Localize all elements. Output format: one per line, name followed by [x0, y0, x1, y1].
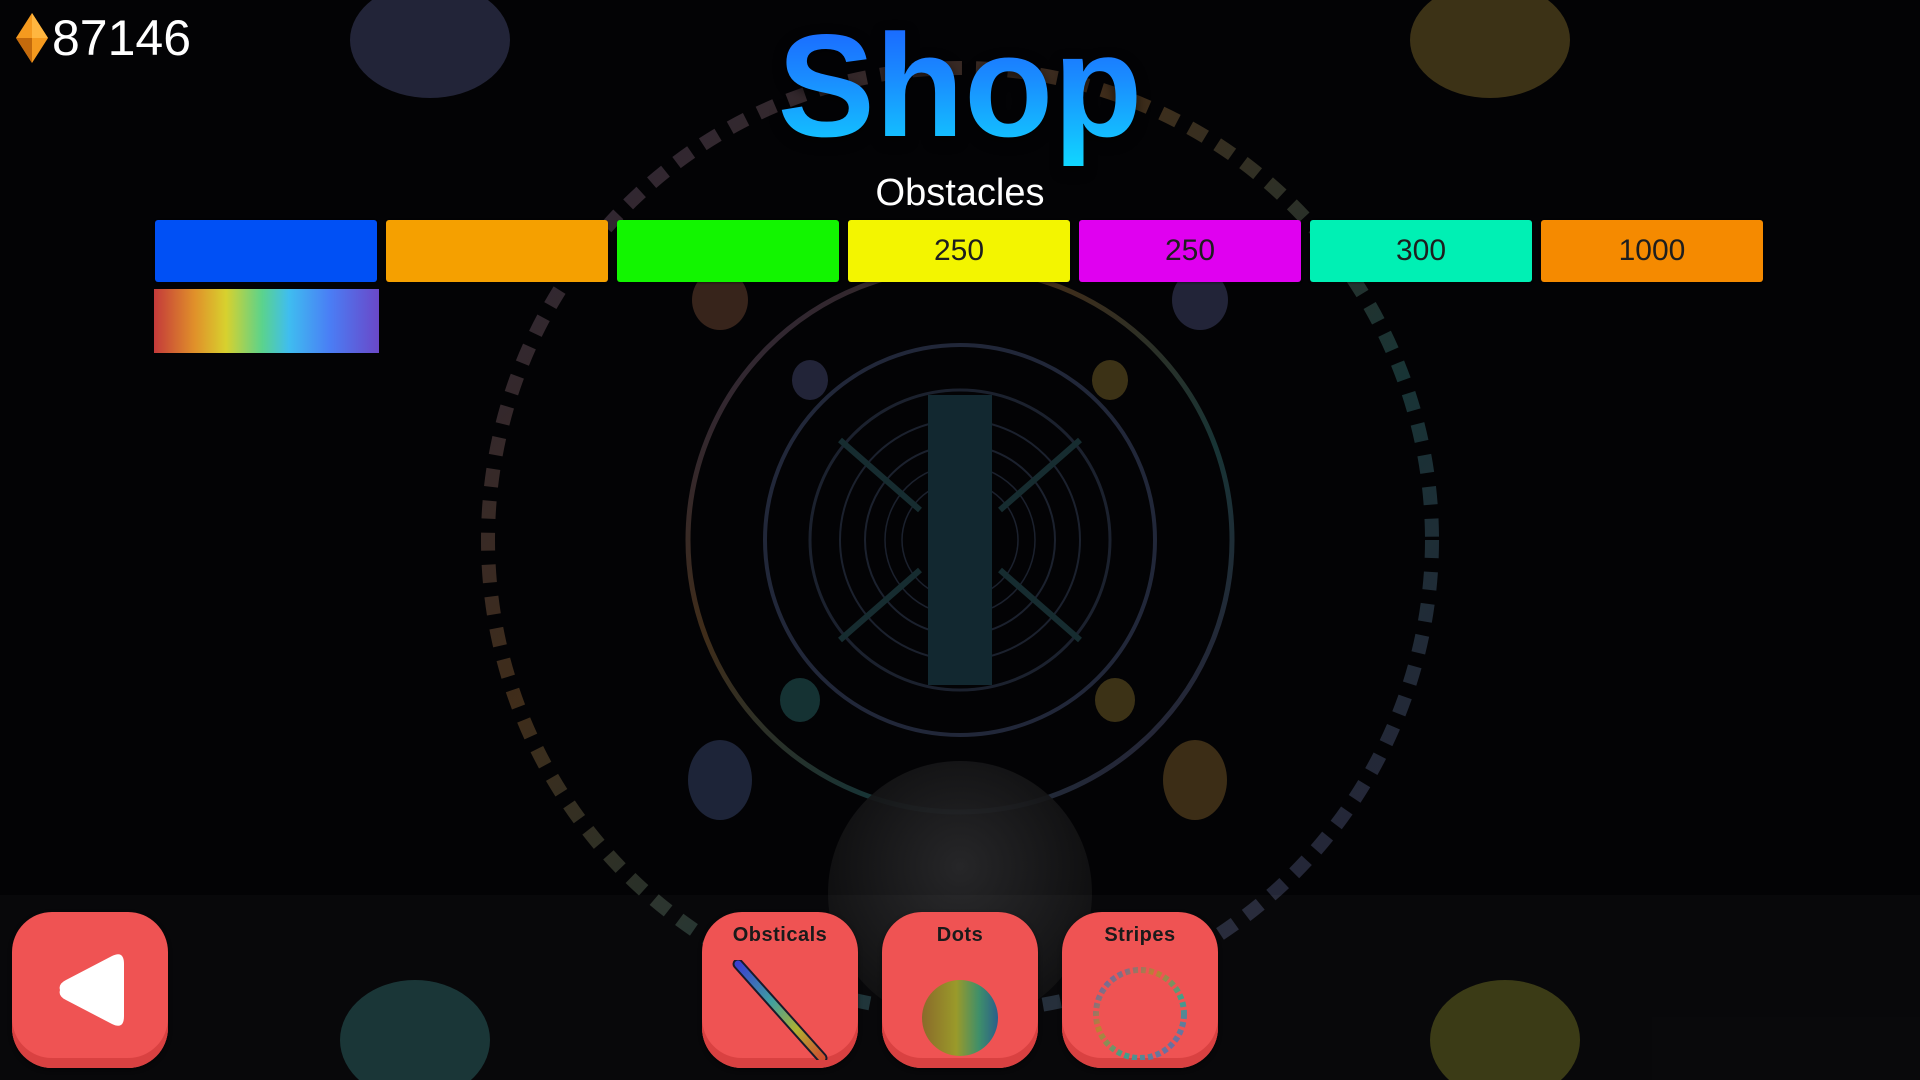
color-swatch-rainbow[interactable] — [154, 289, 379, 353]
back-button[interactable] — [12, 912, 168, 1068]
obstacle-bar-icon — [732, 960, 828, 1060]
tab-stripes[interactable]: Stripes — [1062, 912, 1218, 1068]
tab-dots[interactable]: Dots — [882, 912, 1038, 1068]
color-swatch-dark-orange[interactable]: 1000 — [1541, 220, 1763, 282]
tab-dots-label: Dots — [936, 924, 984, 946]
color-swatch-blue[interactable] — [155, 220, 377, 282]
tab-stripes-label: Stripes — [1104, 924, 1176, 946]
tab-obstacles[interactable]: Obsticals — [702, 912, 858, 1068]
stripe-ring-icon — [1093, 967, 1187, 1060]
shop-screen: 87146 Shop Obstacles 250 250 300 1000 Ob… — [0, 0, 1920, 1080]
tunnel-pillar — [928, 395, 992, 685]
color-swatch-green[interactable] — [617, 220, 839, 282]
color-swatch-yellow[interactable]: 250 — [848, 220, 1070, 282]
tab-obstacles-label: Obsticals — [732, 924, 828, 946]
back-arrow-icon — [59, 954, 124, 1026]
color-swatch-teal[interactable]: 300 — [1310, 220, 1532, 282]
dot-icon — [922, 980, 998, 1056]
section-label: Obstacles — [875, 172, 1045, 214]
color-swatch-magenta[interactable]: 250 — [1079, 220, 1301, 282]
page-title: Shop — [0, 6, 1920, 166]
color-swatch-orange[interactable] — [386, 220, 608, 282]
